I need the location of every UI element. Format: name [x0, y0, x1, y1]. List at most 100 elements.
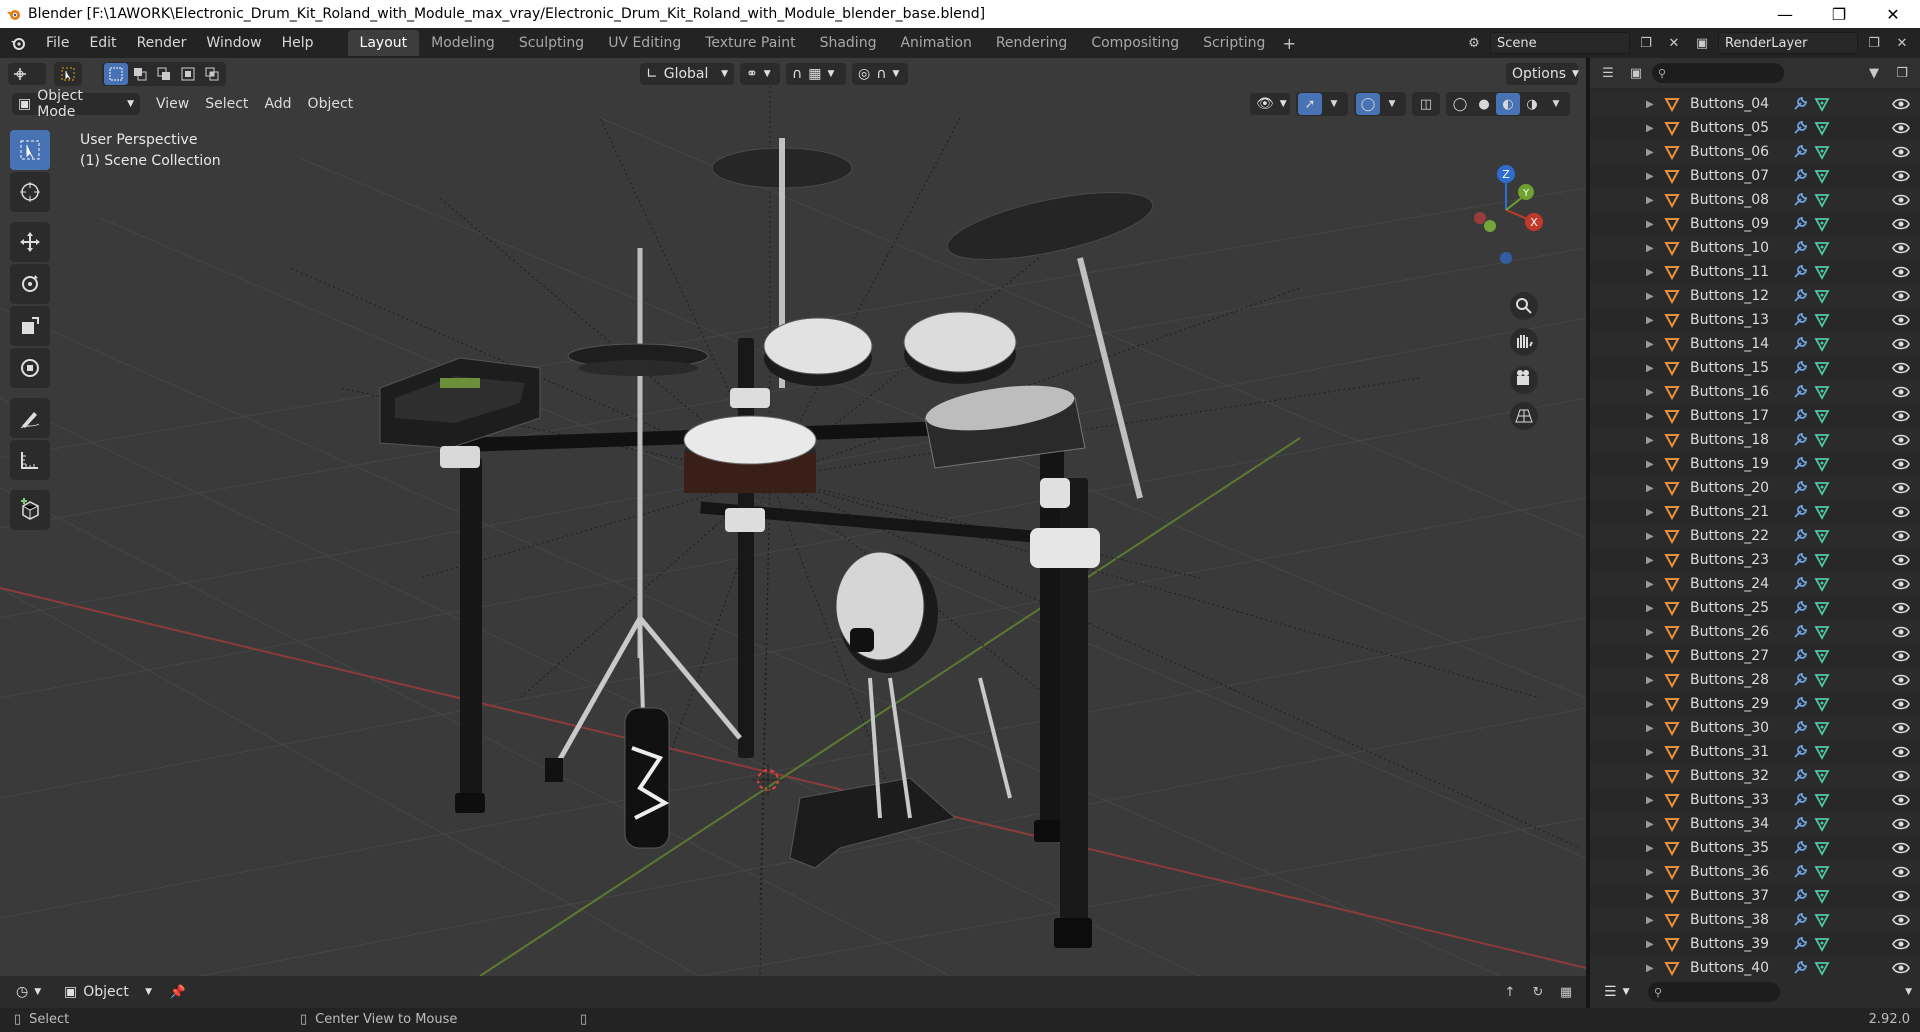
expand-arrow-icon[interactable]: ▶ [1646, 651, 1660, 662]
select-subtract-icon[interactable] [152, 63, 176, 85]
properties-search-input[interactable]: ⚲ [1648, 982, 1780, 1002]
mesh-data-icon[interactable] [1814, 864, 1830, 880]
select-extend-icon[interactable] [128, 63, 152, 85]
expand-arrow-icon[interactable]: ▶ [1646, 99, 1660, 110]
visibility-eye-icon[interactable] [1892, 625, 1910, 639]
mesh-data-icon[interactable] [1814, 240, 1830, 256]
tweak-tool-icon[interactable] [56, 63, 80, 85]
mesh-data-icon[interactable] [1814, 264, 1830, 280]
expand-arrow-icon[interactable]: ▶ [1646, 675, 1660, 686]
editor-type-dropdown[interactable] [8, 63, 46, 85]
tab-shading[interactable]: Shading [808, 30, 889, 56]
modifier-wrench-icon[interactable] [1792, 144, 1808, 160]
pivot-point-dropdown[interactable]: ⚭ ▼ [740, 63, 780, 85]
outliner-row[interactable]: ▶ Buttons_11 [1590, 260, 1920, 284]
expand-arrow-icon[interactable]: ▶ [1646, 147, 1660, 158]
expand-arrow-icon[interactable]: ▶ [1646, 339, 1660, 350]
visibility-eye-icon[interactable] [1892, 361, 1910, 375]
material-preview-icon[interactable]: ◐ [1496, 93, 1520, 115]
visibility-eye-icon[interactable] [1892, 457, 1910, 471]
proportional-edit-dropdown[interactable]: ◎ ∩ ▼ [852, 63, 908, 85]
outliner-item-label[interactable]: Buttons_34 [1690, 816, 1786, 832]
chevron-down-icon[interactable]: ▼ [1380, 93, 1404, 115]
outliner-item-label[interactable]: Buttons_30 [1690, 720, 1786, 736]
visibility-eye-icon[interactable] [1892, 193, 1910, 207]
outliner-row[interactable]: ▶ Buttons_12 [1590, 284, 1920, 308]
mesh-data-icon[interactable] [1814, 168, 1830, 184]
menu-render[interactable]: Render [127, 30, 197, 56]
outliner-row[interactable]: ▶ Buttons_20 [1590, 476, 1920, 500]
modifier-wrench-icon[interactable] [1792, 792, 1808, 808]
modifier-wrench-icon[interactable] [1792, 312, 1808, 328]
move-tool-icon[interactable] [10, 222, 50, 262]
mesh-data-icon[interactable] [1814, 456, 1830, 472]
display-mode-icon[interactable]: ▣ [1624, 62, 1648, 84]
modifier-wrench-icon[interactable] [1792, 504, 1808, 520]
expand-arrow-icon[interactable]: ▶ [1646, 699, 1660, 710]
modifier-wrench-icon[interactable] [1792, 528, 1808, 544]
visibility-eye-icon[interactable] [1892, 217, 1910, 231]
mode-dropdown[interactable]: ▣ Object Mode ▼ [12, 88, 140, 120]
mesh-data-icon[interactable] [1814, 576, 1830, 592]
outliner-row[interactable]: ▶ Buttons_23 [1590, 548, 1920, 572]
mesh-data-icon[interactable] [1814, 360, 1830, 376]
select-intersect-icon[interactable] [200, 63, 224, 85]
outliner-item-label[interactable]: Buttons_32 [1690, 768, 1786, 784]
tab-texture-paint[interactable]: Texture Paint [693, 30, 807, 56]
viewport-scene[interactable] [0, 58, 1586, 976]
outliner-item-label[interactable]: Buttons_25 [1690, 600, 1786, 616]
outliner-item-label[interactable]: Buttons_38 [1690, 912, 1786, 928]
select-new-icon[interactable] [104, 63, 128, 85]
overlays-icon[interactable]: ◯ [1356, 93, 1380, 115]
gizmo-toggle-icon[interactable]: ➚ [1298, 93, 1322, 115]
scale-tool-icon[interactable] [10, 306, 50, 346]
visibility-eye-icon[interactable] [1892, 289, 1910, 303]
mesh-data-icon[interactable] [1814, 192, 1830, 208]
measure-tool-icon[interactable] [10, 440, 50, 480]
outliner-item-label[interactable]: Buttons_09 [1690, 216, 1786, 232]
visibility-eye-icon[interactable] [1892, 817, 1910, 831]
mesh-data-icon[interactable] [1814, 648, 1830, 664]
outliner-row[interactable]: ▶ Buttons_32 [1590, 764, 1920, 788]
tab-uv-editing[interactable]: UV Editing [596, 30, 693, 56]
visibility-eye-icon[interactable] [1892, 649, 1910, 663]
tab-modeling[interactable]: Modeling [419, 30, 507, 56]
tab-animation[interactable]: Animation [888, 30, 983, 56]
mesh-data-icon[interactable] [1814, 288, 1830, 304]
outliner-row[interactable]: ▶ Buttons_16 [1590, 380, 1920, 404]
expand-arrow-icon[interactable]: ▶ [1646, 867, 1660, 878]
visibility-eye-icon[interactable] [1892, 265, 1910, 279]
mesh-data-icon[interactable] [1814, 840, 1830, 856]
modifier-wrench-icon[interactable] [1792, 168, 1808, 184]
modifier-wrench-icon[interactable] [1792, 576, 1808, 592]
expand-arrow-icon[interactable]: ▶ [1646, 243, 1660, 254]
rotate-tool-icon[interactable] [10, 264, 50, 304]
outliner-item-label[interactable]: Buttons_23 [1690, 552, 1786, 568]
outliner-row[interactable]: ▶ Buttons_29 [1590, 692, 1920, 716]
close-icon[interactable]: ✕ [1866, 0, 1920, 28]
expand-arrow-icon[interactable]: ▶ [1646, 915, 1660, 926]
menu-window[interactable]: Window [196, 30, 271, 56]
outliner-item-label[interactable]: Buttons_33 [1690, 792, 1786, 808]
mesh-data-icon[interactable] [1814, 696, 1830, 712]
visibility-eye-icon[interactable] [1892, 889, 1910, 903]
add-cube-tool-icon[interactable] [10, 490, 50, 530]
outliner-item-label[interactable]: Buttons_17 [1690, 408, 1786, 424]
expand-arrow-icon[interactable]: ▶ [1646, 363, 1660, 374]
menu-file[interactable]: File [36, 30, 79, 56]
expand-arrow-icon[interactable]: ▶ [1646, 747, 1660, 758]
scene-selector-icon[interactable]: ⚙ [1462, 32, 1486, 54]
new-render-layer-icon[interactable]: ❐ [1862, 32, 1886, 54]
outliner-item-label[interactable]: Buttons_15 [1690, 360, 1786, 376]
modifier-wrench-icon[interactable] [1792, 480, 1808, 496]
expand-arrow-icon[interactable]: ▶ [1646, 267, 1660, 278]
expand-arrow-icon[interactable]: ▶ [1646, 507, 1660, 518]
modifier-wrench-icon[interactable] [1792, 120, 1808, 136]
outliner-row[interactable]: ▶ Buttons_28 [1590, 668, 1920, 692]
outliner-row[interactable]: ▶ Buttons_21 [1590, 500, 1920, 524]
expand-arrow-icon[interactable]: ▶ [1646, 435, 1660, 446]
outliner-row[interactable]: ▶ Buttons_27 [1590, 644, 1920, 668]
cursor-tool-icon[interactable] [10, 172, 50, 212]
mesh-data-icon[interactable] [1814, 528, 1830, 544]
visibility-eye-icon[interactable] [1892, 97, 1910, 111]
